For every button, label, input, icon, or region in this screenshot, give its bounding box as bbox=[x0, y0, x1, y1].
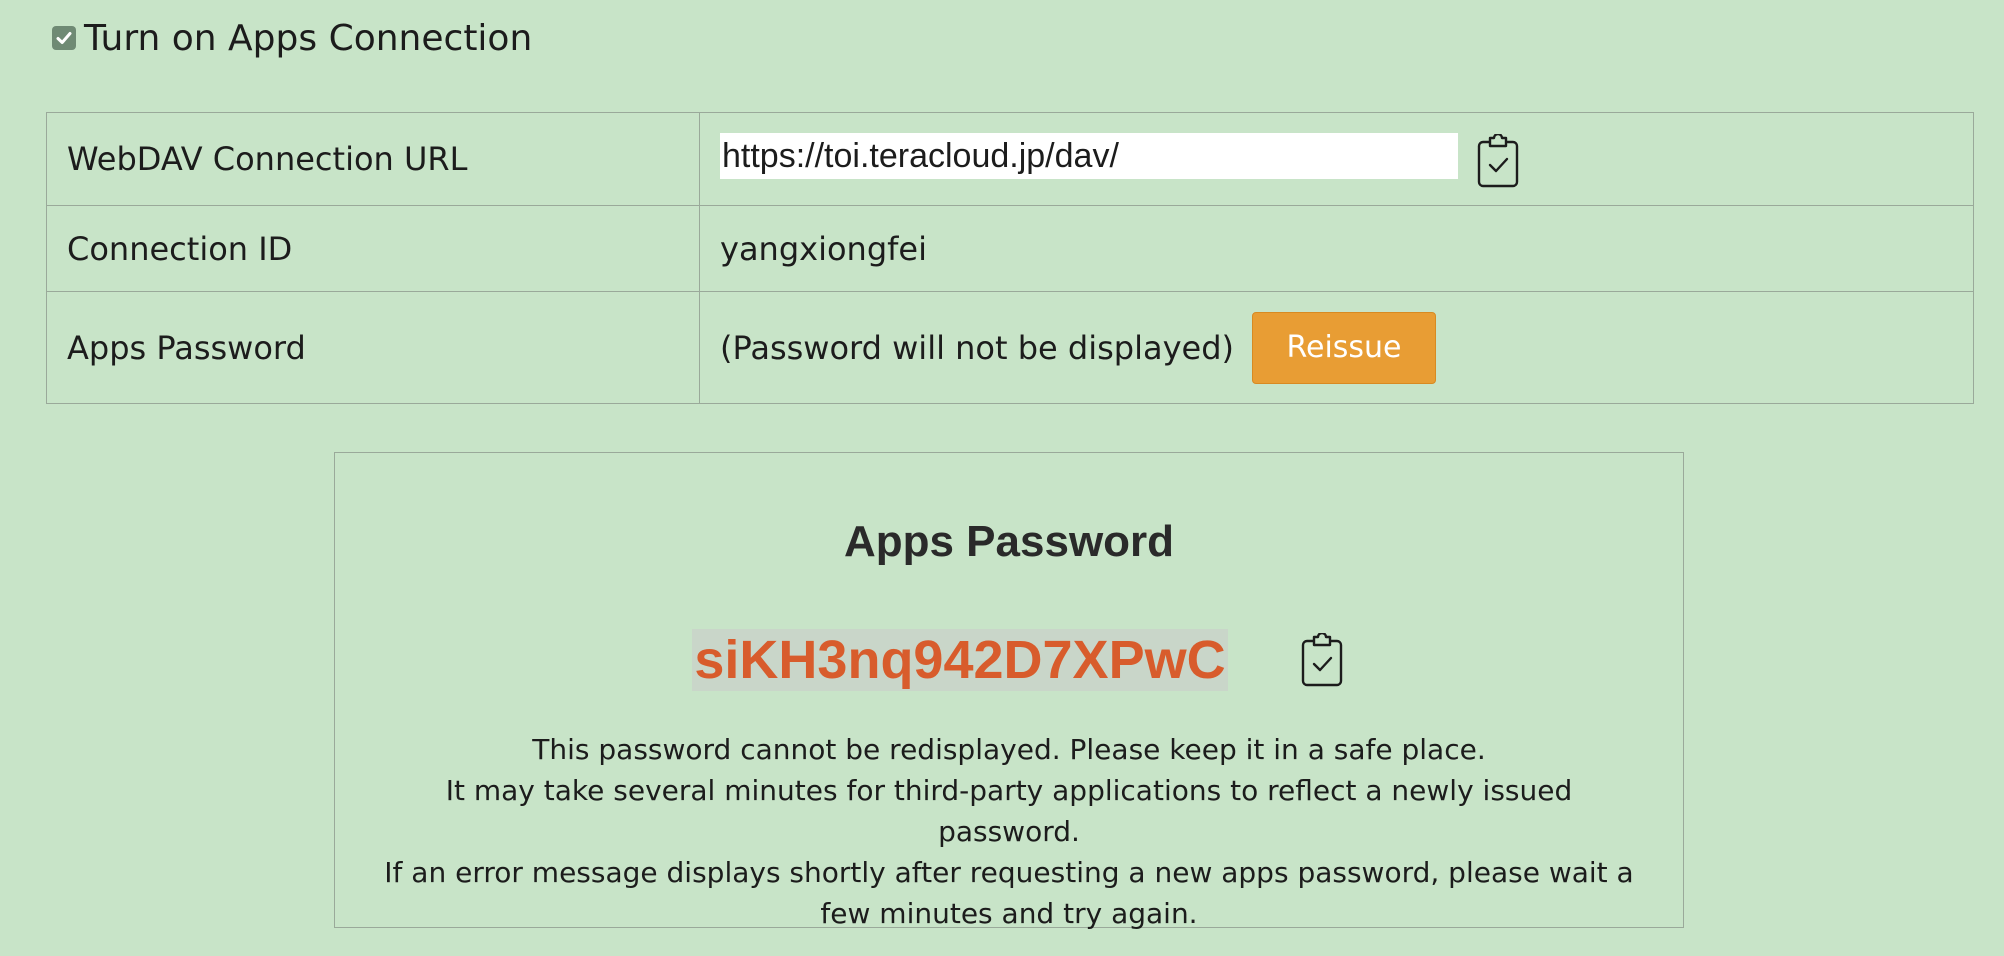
url-label: WebDAV Connection URL bbox=[46, 112, 700, 206]
generated-password[interactable]: siKH3nq942D7XPwC bbox=[692, 629, 1228, 691]
url-cell bbox=[699, 112, 1974, 206]
note-line: It may take several minutes for third-pa… bbox=[445, 774, 1573, 848]
new-password-panel: Apps Password siKH3nq942D7XPwC This pass… bbox=[334, 452, 1684, 930]
apps-connection-label[interactable]: Turn on Apps Connection bbox=[84, 18, 532, 59]
clipboard-check-icon bbox=[1301, 633, 1342, 687]
checkmark-icon bbox=[56, 32, 72, 44]
table-row-url: WebDAV Connection URL bbox=[46, 112, 1974, 206]
note-line: If an error message displays shortly aft… bbox=[384, 856, 1634, 930]
panel-title: Apps Password bbox=[843, 517, 1175, 566]
apps-password-label: Apps Password bbox=[46, 291, 700, 404]
password-notes: This password cannot be redisplayed. Ple… bbox=[375, 729, 1643, 934]
connection-id-value: yangxiongfei bbox=[699, 205, 1974, 292]
table-row-id: Connection ID yangxiongfei bbox=[46, 205, 1974, 292]
note-line: This password cannot be redisplayed. Ple… bbox=[532, 733, 1486, 766]
connection-id-label: Connection ID bbox=[46, 205, 700, 292]
connection-settings-table: WebDAV Connection URL Connection ID yang… bbox=[46, 112, 1974, 404]
clipboard-check-icon bbox=[1477, 134, 1519, 188]
password-cell: (Password will not be displayed) Reissue bbox=[699, 291, 1974, 404]
apps-connection-checkbox[interactable] bbox=[52, 26, 76, 50]
webdav-url-field[interactable] bbox=[720, 133, 1458, 179]
copy-password-button[interactable] bbox=[1300, 633, 1344, 687]
password-row: siKH3nq942D7XPwC bbox=[335, 629, 1683, 691]
password-hidden-note: (Password will not be displayed) bbox=[720, 328, 1234, 367]
copy-url-button[interactable] bbox=[1476, 134, 1520, 188]
table-row-password: Apps Password (Password will not be disp… bbox=[46, 291, 1974, 404]
apps-connection-toggle[interactable]: Turn on Apps Connection bbox=[52, 16, 532, 60]
reissue-button[interactable]: Reissue bbox=[1252, 311, 1436, 384]
